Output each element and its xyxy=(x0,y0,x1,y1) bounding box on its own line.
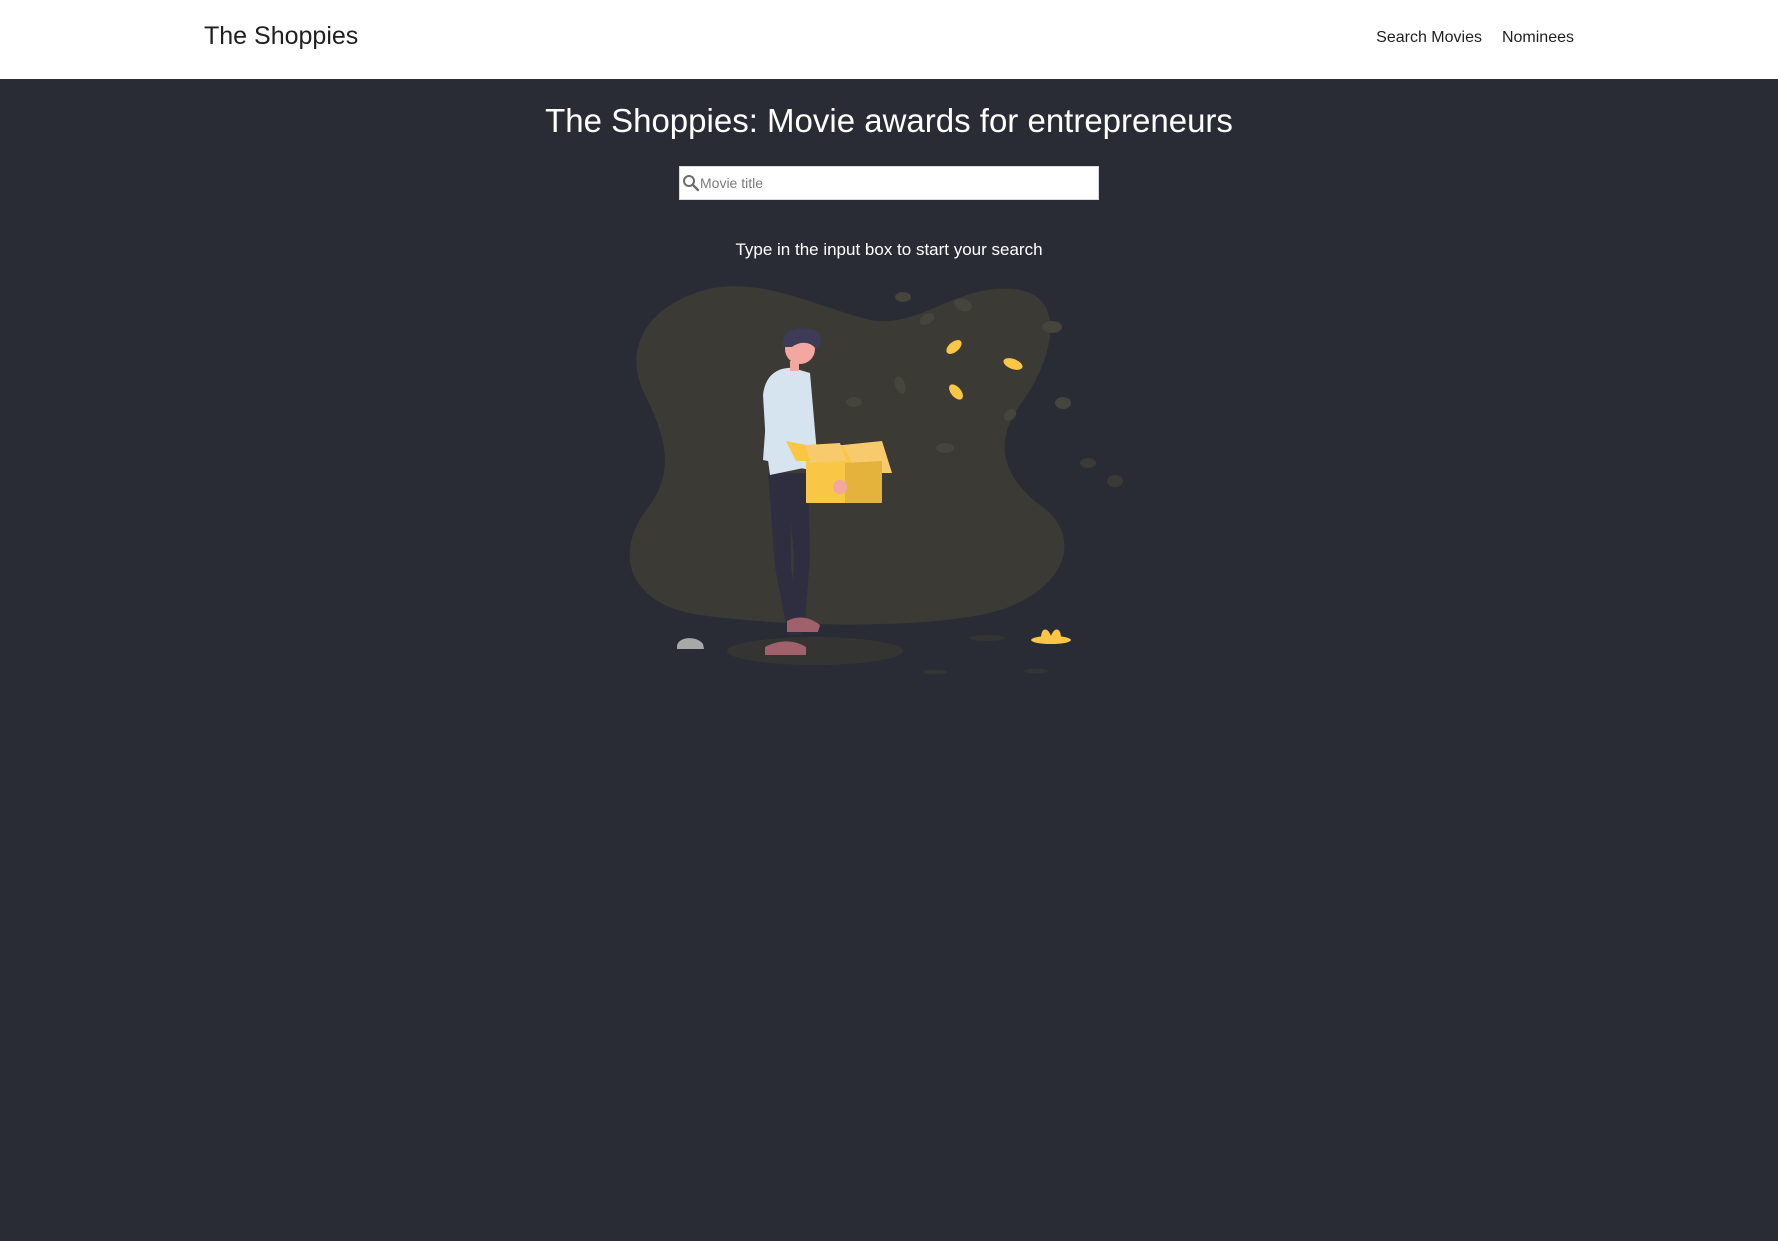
brand-link[interactable]: The Shoppies xyxy=(204,22,358,51)
page-title: The Shoppies: Movie awards for entrepren… xyxy=(545,102,1233,139)
search-box xyxy=(679,166,1099,200)
person-with-box-illustration xyxy=(629,286,1123,675)
search-input[interactable] xyxy=(700,167,1096,199)
empty-state-hint: Type in the input box to start your sear… xyxy=(735,240,1043,259)
nav-links: Search Movies Nominees xyxy=(1376,29,1574,47)
nav-nominees[interactable]: Nominees xyxy=(1502,29,1574,47)
nav-search-movies[interactable]: Search Movies xyxy=(1376,29,1482,47)
navbar: The Shoppies Search Movies Nominees xyxy=(0,0,1778,79)
search-icon xyxy=(682,174,700,192)
empty-state-illustration xyxy=(620,275,1160,695)
